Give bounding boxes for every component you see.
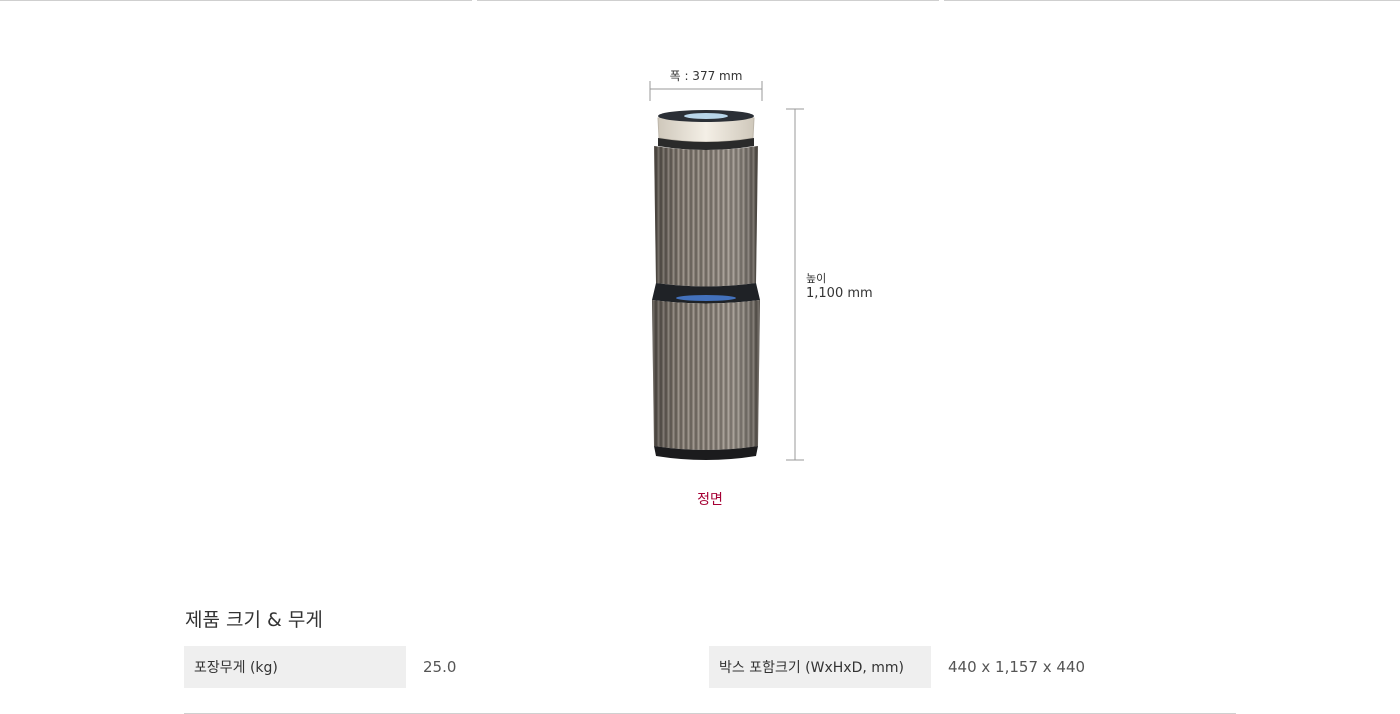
spec-section-title: 제품 크기 & 무게 [185,609,323,631]
spec-value-package-weight: 25.0 [423,658,457,676]
spec-label-package-weight: 포장무게 (kg) [184,646,406,688]
spec-value-box-size: 440 x 1,157 x 440 [948,658,1086,676]
height-dimension-title: 높이 [806,272,827,285]
height-dimension-value: 1,100 mm [806,286,873,301]
spec-label-box-size: 박스 포함크기 (WxHxD, mm) [709,646,931,688]
air-purifier-image [652,110,760,460]
product-dimension-figure: 폭 : 377 mm 높이 1,100 mm 정면 [0,0,1400,560]
width-dimension-label: 폭 : 377 mm [669,69,743,83]
view-caption: 정면 [697,492,723,508]
